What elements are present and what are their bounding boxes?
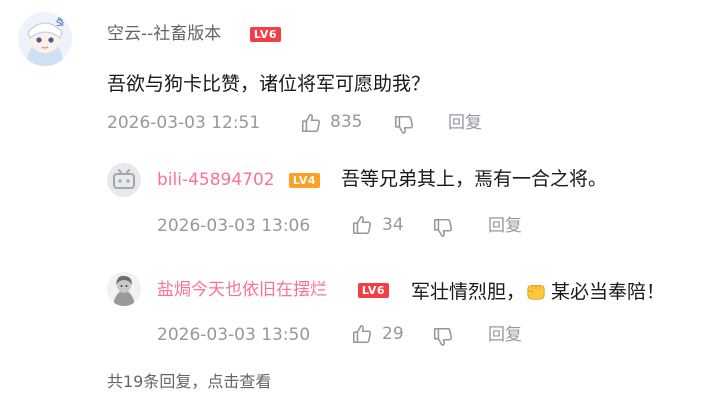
reply-text-part: 军壮情烈胆， <box>411 281 526 303</box>
like-count: 835 <box>330 112 363 132</box>
username[interactable]: 空云--社畜版本 <box>107 26 221 43</box>
level-badge: LV6 <box>250 27 281 42</box>
reply-text: 吾等兄弟其上，焉有一合之将。 <box>341 168 608 190</box>
fist-emoji-icon <box>527 285 545 300</box>
username[interactable]: 盐焗今天也依旧在摆烂 <box>157 282 327 299</box>
like-count: 34 <box>382 215 404 235</box>
reply-text: 军壮情烈胆， 某必当奉陪！ <box>411 281 665 302</box>
thumbs-up-icon[interactable] <box>300 112 322 134</box>
avatar[interactable] <box>107 163 141 197</box>
reply-button[interactable]: 回复 <box>488 218 522 235</box>
comment-text: 吾欲与狗卡比赞，诸位将军可愿助我？ <box>107 73 431 95</box>
level-badge: LV4 <box>289 173 320 188</box>
thumbs-up-icon[interactable] <box>351 323 373 345</box>
thumbs-down-icon[interactable] <box>432 217 454 239</box>
reply-text-part: 某必当奉陪！ <box>551 281 666 303</box>
reply-button[interactable]: 回复 <box>488 327 522 344</box>
username[interactable]: bili-45894702 <box>157 172 275 189</box>
reply-timestamp: 2026-03-03 13:06 <box>157 216 311 236</box>
avatar[interactable]: S <box>18 12 72 66</box>
like-count: 29 <box>382 324 404 344</box>
reply-timestamp: 2026-03-03 13:50 <box>157 325 311 345</box>
thumbs-down-icon[interactable] <box>393 114 415 136</box>
avatar[interactable] <box>107 272 141 306</box>
svg-text:S: S <box>56 19 62 29</box>
thumbs-down-icon[interactable] <box>432 326 454 348</box>
comment-timestamp: 2026-03-03 12:51 <box>107 113 261 133</box>
view-more-replies-link[interactable]: 共19条回复，点击查看 <box>107 374 271 390</box>
thumbs-up-icon[interactable] <box>351 214 373 236</box>
level-badge: LV6 <box>358 283 389 298</box>
reply-button[interactable]: 回复 <box>448 115 482 132</box>
